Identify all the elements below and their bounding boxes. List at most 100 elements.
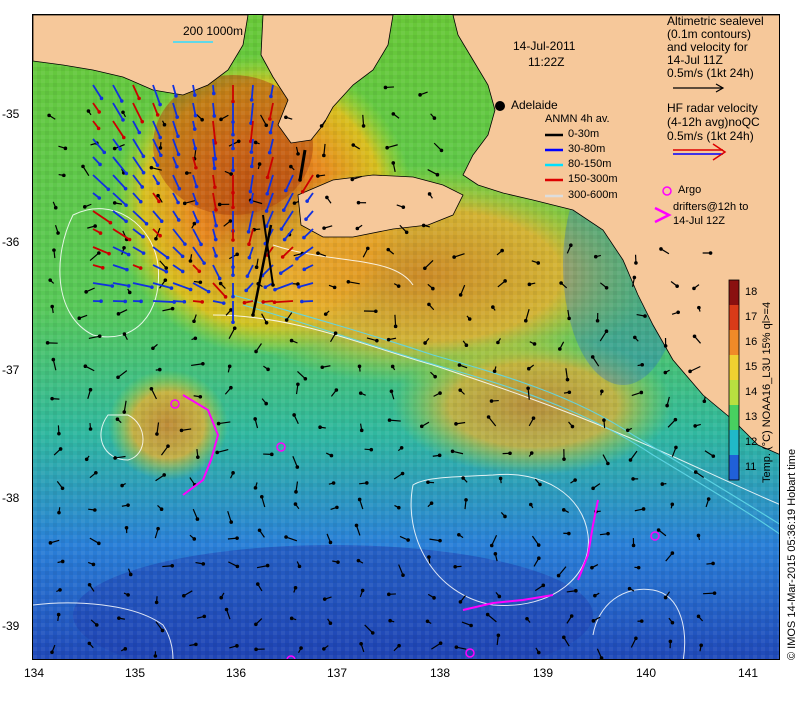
radar-velocity-vector-head [137,130,142,135]
altimetric-velocity-vector-head [296,382,300,387]
altimetric-velocity-vector-head [536,261,541,265]
altimetric-velocity-vector-head [421,223,426,228]
radar-velocity-vector-head [155,163,160,168]
altimetric-velocity-vector-head [500,248,504,253]
altimetric-velocity-vector-head [561,508,566,512]
altimetric-velocity-vector-head [670,620,675,625]
radar-velocity-vector-head [102,150,107,155]
altimetric-velocity-vector-head [427,302,431,307]
altimetric-velocity-vector-head [541,583,546,588]
radar-velocity-vector-head [158,102,162,107]
altimetric-velocity-vector-head [526,366,531,371]
altimetric-velocity-vector-head [385,145,389,150]
radar-velocity-vector-head [139,299,143,304]
radar-velocity-vector-head [221,301,226,305]
altimetric-velocity-vector-head [316,251,320,255]
colorbar [728,279,740,481]
altimetric-velocity-vector-head [202,614,207,619]
altimetric-velocity-vector-head [84,290,88,294]
radar-velocity-vector-head [123,186,128,191]
radar-velocity-vector-head [249,200,254,204]
altimetric-velocity-vector-head [58,447,63,451]
radar-velocity-vector-head [247,242,251,247]
altimetric-velocity-vector-head [292,413,296,417]
altimetric-velocity-vector-head [458,388,463,392]
y-axis-tick: -38 [2,491,20,505]
altimetric-velocity-vector-head [356,558,361,563]
altimetric-velocity-vector-head [387,418,392,422]
colorbar-tick: 13 [745,411,758,423]
altimetric-velocity-vector-head [319,124,324,128]
altimetric-velocity-vector-head [400,471,405,476]
altimetric-velocity-vector-head [227,364,232,369]
altimetric-velocity-vector-head [48,541,53,545]
altimetric-velocity-vector-head [496,633,501,638]
altimetric-velocity-vector-head [702,399,707,404]
radar-velocity-vector-head [183,242,187,246]
radar-velocity-vector-head [280,255,285,259]
altimetric-velocity-vector-head [88,387,93,392]
altimetric-velocity-vector-head [433,374,437,379]
radar-velocity-vector-head [214,208,218,212]
radar-velocity-vector-head [124,203,128,208]
altimetric-velocity-vector-head [149,386,154,391]
altimetric-velocity-vector-head [284,318,289,322]
altimetric-velocity-vector-head [350,177,355,182]
map-time: 11:22Z [528,55,565,69]
altimetric-velocity-vector-head [464,343,469,347]
radar-velocity-vector-head [202,261,206,265]
altimetric-velocity-vector-head [185,171,189,175]
radar-velocity-vector-head [141,251,146,255]
altimetric-velocity-vector-head [112,146,117,151]
radar-velocity-vector-head [245,274,250,278]
altimetric-velocity-vector-head [359,428,364,433]
altimetric-velocity-vector-head [198,280,203,285]
altimetric-velocity-vector-head [81,164,85,169]
altimetric-velocity-vector-head [117,616,121,620]
altimetric-velocity-vector-head [524,318,528,323]
altimetric-velocity-vector-head [390,364,395,369]
altimetric-velocity-vector-head [461,476,465,480]
radar-velocity-vector-head [97,196,102,200]
altimetric-velocity-vector-head [122,410,127,414]
altimetric-velocity-vector-head [155,432,159,436]
altimetric-velocity-vector-head [438,538,442,543]
altimetric-velocity-vector-head [374,309,378,314]
altimetric-velocity-vector-head [293,585,298,590]
altimetric-velocity-vector-head [83,364,88,368]
radar-velocity-vector-head [231,320,235,325]
altimetric-velocity-vector-head [157,367,162,372]
colorbar-tick: 18 [745,286,758,298]
altimetric-velocity-vector-head [469,623,473,628]
altimetric-velocity-vector-head [94,470,98,475]
radar-velocity-vector-head [169,286,174,290]
altimetric-velocity-vector-head [450,449,455,454]
altimetric-velocity-vector-head [159,507,164,512]
altimetric-velocity-vector-head [56,231,60,235]
altimetric-velocity-vector-head [91,562,96,567]
altimetric-velocity-vector-head [387,592,391,597]
radar-velocity-vector-head [123,299,128,304]
altimetric-velocity-vector-head [192,221,197,226]
altimetric-velocity-vector-head [386,337,391,342]
altimetric-velocity-vector-head [188,259,193,263]
altimetric-velocity-vector-head [266,367,270,372]
altimetric-velocity-vector-head [170,563,175,568]
altimetric-velocity-vector-head [160,628,165,633]
altimetric-velocity-vector-head [590,355,595,359]
altimetric-velocity-vector-head [429,501,434,506]
radar-velocity-vector-head [177,186,182,191]
altimetric-velocity-vector-head [532,342,537,346]
altimetric-velocity-vector-head [467,317,472,321]
altimetric-velocity-vector-head [63,146,68,151]
altimetric-velocity-vector-head [388,618,392,623]
radar-velocity-vector-head [212,166,217,171]
altimetric-velocity-vector-head [93,508,97,512]
altimetric-velocity-vector-head [435,172,440,177]
anmn-legend-title: ANMN 4h av. [545,113,610,125]
altimetric-velocity-vector-head [674,445,678,450]
altimetric-velocity-vector-head [437,453,442,458]
altimetric-velocity-vector-head [375,338,379,343]
altimetric-velocity-vector-head [567,390,572,395]
credit-text: © IMOS 14-Mar-2015 05:36:19 Hobart time [786,448,798,660]
